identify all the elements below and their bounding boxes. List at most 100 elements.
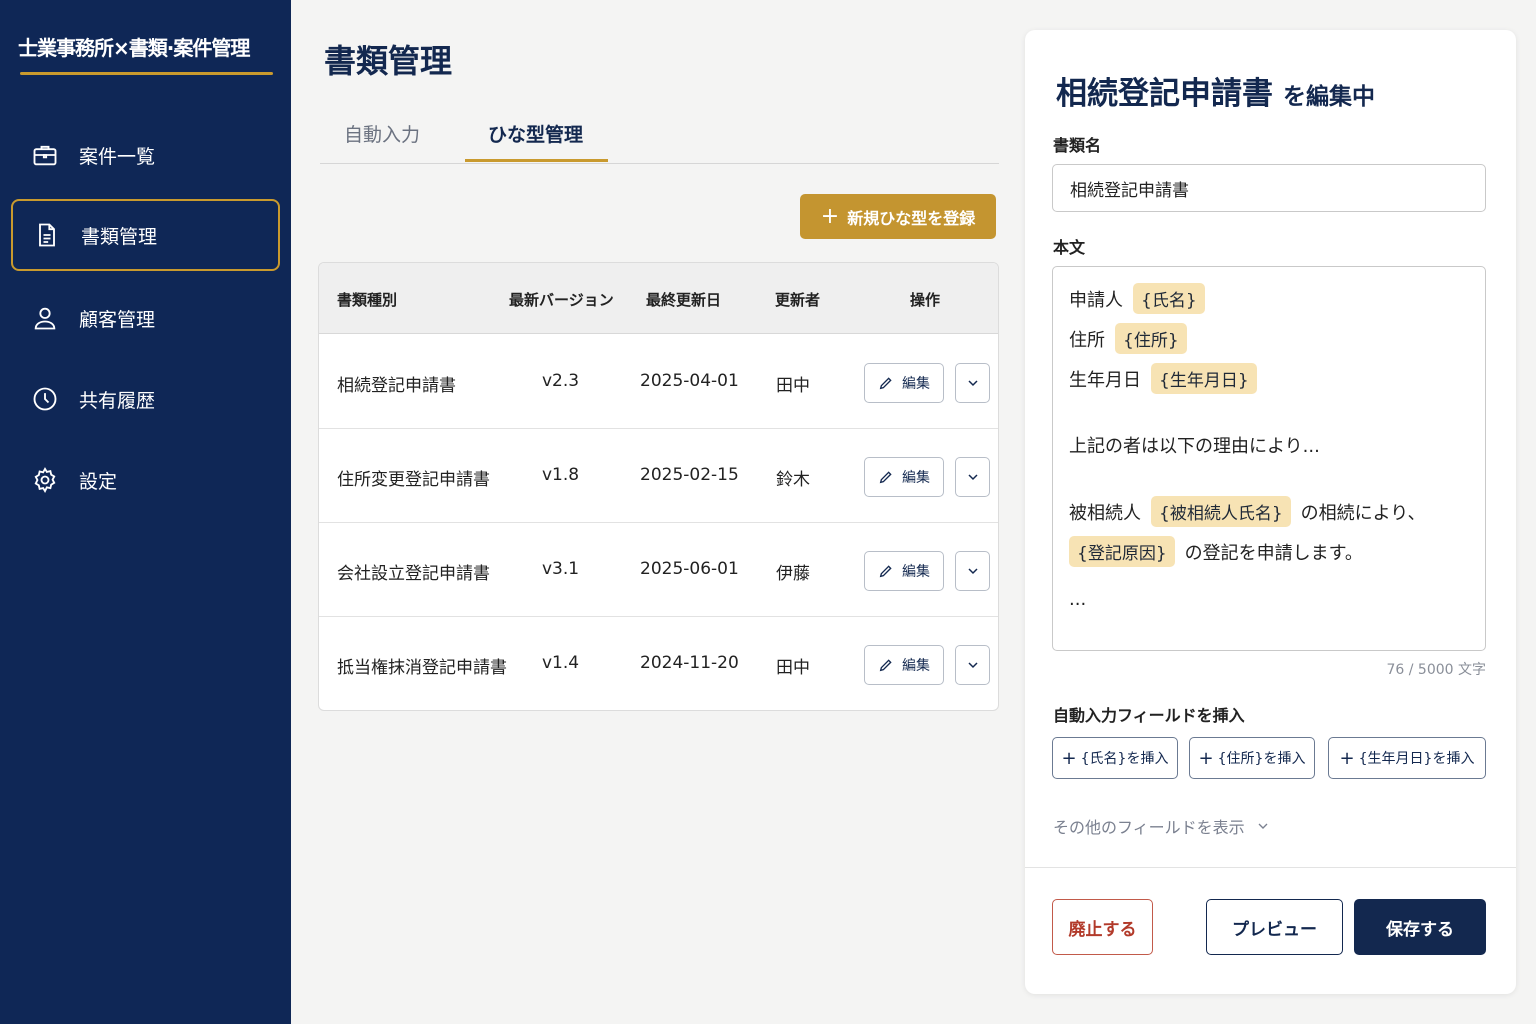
table-row: 住所変更登記申請書 v1.8 2025-02-15 鈴木 編集 bbox=[319, 429, 998, 523]
sidebar-item-label: 顧客管理 bbox=[79, 308, 156, 331]
divider bbox=[1025, 867, 1516, 868]
edit-label: 編集 bbox=[902, 376, 930, 392]
header-last-updated: 最終更新日 bbox=[646, 291, 722, 309]
edit-label: 編集 bbox=[902, 470, 930, 486]
new-template-label: 新規ひな型を登録 bbox=[847, 208, 976, 228]
chevron-down-icon bbox=[967, 662, 978, 669]
edit-button[interactable]: 編集 bbox=[864, 363, 944, 403]
body-line: 被相続人 {被相続人氏名} の相続により、 bbox=[1069, 496, 1426, 527]
table-row: 抵当権抹消登記申請書 v1.4 2024-11-20 田中 編集 bbox=[319, 617, 998, 710]
preview-button[interactable]: プレビュー bbox=[1206, 899, 1343, 955]
doc-name-input[interactable] bbox=[1052, 164, 1486, 212]
sidebar-item-cases[interactable]: 案件一覧 bbox=[11, 119, 280, 191]
plus-icon: + bbox=[1339, 747, 1355, 769]
pencil-icon bbox=[879, 659, 892, 672]
insert-address-button[interactable]: + {住所}を挿入 bbox=[1189, 737, 1315, 779]
sidebar-item-label: 共有履歴 bbox=[79, 389, 156, 412]
body-text: ... bbox=[1069, 589, 1087, 610]
chevron-down-icon bbox=[1258, 823, 1268, 829]
cell-updater: 伊藤 bbox=[776, 564, 810, 584]
pencil-icon bbox=[879, 471, 892, 484]
insert-name-button[interactable]: + {氏名}を挿入 bbox=[1052, 737, 1178, 779]
insert-birthdate-button[interactable]: + {生年月日}を挿入 bbox=[1328, 737, 1486, 779]
cell-version: v1.4 bbox=[542, 653, 580, 673]
new-template-button[interactable]: + 新規ひな型を登録 bbox=[800, 194, 996, 239]
plus-icon: + bbox=[820, 203, 840, 229]
cell-doc-type: 相続登記申請書 bbox=[337, 376, 456, 396]
cell-updated: 2025-02-15 bbox=[640, 465, 739, 485]
insert-button-label: {氏名}を挿入 bbox=[1080, 751, 1169, 767]
cell-updated: 2025-06-01 bbox=[640, 559, 739, 579]
row-menu-button[interactable] bbox=[955, 363, 990, 403]
sidebar-item-customers[interactable]: 顧客管理 bbox=[11, 282, 280, 354]
char-counter: 76 / 5000 文字 bbox=[1386, 662, 1486, 678]
tab-auto-input[interactable]: 自動入力 bbox=[344, 120, 420, 147]
chevron-down-icon bbox=[967, 568, 978, 575]
briefcase-icon bbox=[33, 145, 57, 166]
show-more-fields-toggle[interactable]: その他のフィールドを表示 bbox=[1053, 814, 1271, 838]
brand-underline bbox=[20, 72, 273, 75]
body-text: の相続により、 bbox=[1300, 502, 1426, 524]
editing-suffix: を編集中 bbox=[1283, 84, 1375, 110]
edit-button[interactable]: 編集 bbox=[864, 457, 944, 497]
row-menu-button[interactable] bbox=[955, 645, 990, 685]
field-chip[interactable]: {氏名} bbox=[1133, 283, 1205, 314]
insert-button-label: {生年月日}を挿入 bbox=[1358, 751, 1475, 767]
cell-version: v2.3 bbox=[542, 371, 580, 391]
table-row: 会社設立登記申請書 v3.1 2025-06-01 伊藤 編集 bbox=[319, 523, 998, 617]
edit-button[interactable]: 編集 bbox=[864, 645, 944, 685]
body-line: 上記の者は以下の理由により... bbox=[1069, 432, 1320, 458]
chevron-down-icon bbox=[967, 474, 978, 481]
body-line: 住所 {住所} bbox=[1069, 323, 1187, 354]
chevron-down-icon bbox=[967, 380, 978, 387]
user-icon bbox=[34, 307, 56, 330]
field-chip[interactable]: {生年月日} bbox=[1151, 363, 1257, 394]
sidebar-item-label: 案件一覧 bbox=[79, 145, 156, 168]
body-text: 上記の者は以下の理由により... bbox=[1069, 436, 1320, 457]
sidebar-item-label: 設定 bbox=[79, 470, 118, 493]
save-button[interactable]: 保存する bbox=[1354, 899, 1486, 955]
document-icon bbox=[39, 223, 55, 247]
body-textarea[interactable]: 申請人 {氏名} 住所 {住所} 生年月日 {生年月日} 上記の者は以下の理由に… bbox=[1052, 266, 1486, 651]
cell-version: v1.8 bbox=[542, 465, 580, 485]
cell-updater: 田中 bbox=[776, 658, 810, 678]
plus-icon: + bbox=[1061, 747, 1077, 769]
edit-button[interactable]: 編集 bbox=[864, 551, 944, 591]
field-chip[interactable]: {被相続人氏名} bbox=[1151, 496, 1291, 527]
row-menu-button[interactable] bbox=[955, 457, 990, 497]
row-menu-button[interactable] bbox=[955, 551, 990, 591]
insert-button-label: {住所}を挿入 bbox=[1217, 751, 1306, 767]
field-chip[interactable]: {登記原因} bbox=[1069, 536, 1175, 567]
sidebar-item-share-history[interactable]: 共有履歴 bbox=[11, 363, 280, 435]
body-line: 生年月日 {生年月日} bbox=[1069, 363, 1257, 394]
doc-name-label: 書類名 bbox=[1053, 136, 1102, 155]
template-editor-panel: 相続登記申請書を編集中 書類名 本文 申請人 {氏名} 住所 {住所} 生年月日… bbox=[1025, 30, 1516, 994]
cell-doc-type: 抵当権抹消登記申請書 bbox=[337, 658, 507, 678]
cell-updater: 鈴木 bbox=[776, 470, 810, 490]
gear-icon bbox=[34, 467, 56, 494]
cell-version: v3.1 bbox=[542, 559, 580, 579]
sidebar-item-documents[interactable]: 書類管理 bbox=[11, 199, 280, 271]
body-text: 住所 bbox=[1069, 329, 1105, 351]
cell-doc-type: 会社設立登記申請書 bbox=[337, 564, 490, 584]
header-latest-version: 最新バージョン bbox=[509, 291, 614, 309]
cell-updater: 田中 bbox=[776, 376, 810, 396]
body-text: 生年月日 bbox=[1069, 369, 1141, 391]
sidebar-item-settings[interactable]: 設定 bbox=[11, 444, 280, 516]
header-actions: 操作 bbox=[910, 291, 941, 309]
app-title: 士業事務所×書類·案件管理 bbox=[18, 36, 250, 60]
table-header: 書類種別 最新バージョン 最終更新日 更新者 操作 bbox=[319, 263, 998, 334]
editing-doc-name: 相続登記申請書 bbox=[1056, 76, 1273, 112]
tab-template-management[interactable]: ひな型管理 bbox=[488, 120, 583, 147]
edit-label: 編集 bbox=[902, 658, 930, 674]
body-line: {登記原因} の登記を申請します。 bbox=[1069, 536, 1363, 567]
body-line: 申請人 {氏名} bbox=[1069, 283, 1205, 314]
table-row: 相続登記申請書 v2.3 2025-04-01 田中 編集 bbox=[319, 335, 998, 429]
body-text: 申請人 bbox=[1069, 289, 1123, 311]
pencil-icon bbox=[879, 565, 892, 578]
tab-bar: 自動入力 ひな型管理 bbox=[320, 110, 999, 164]
body-text: 被相続人 bbox=[1069, 502, 1141, 524]
abolish-button[interactable]: 廃止する bbox=[1052, 899, 1153, 955]
cell-updated: 2024-11-20 bbox=[640, 653, 739, 673]
field-chip[interactable]: {住所} bbox=[1115, 323, 1187, 354]
